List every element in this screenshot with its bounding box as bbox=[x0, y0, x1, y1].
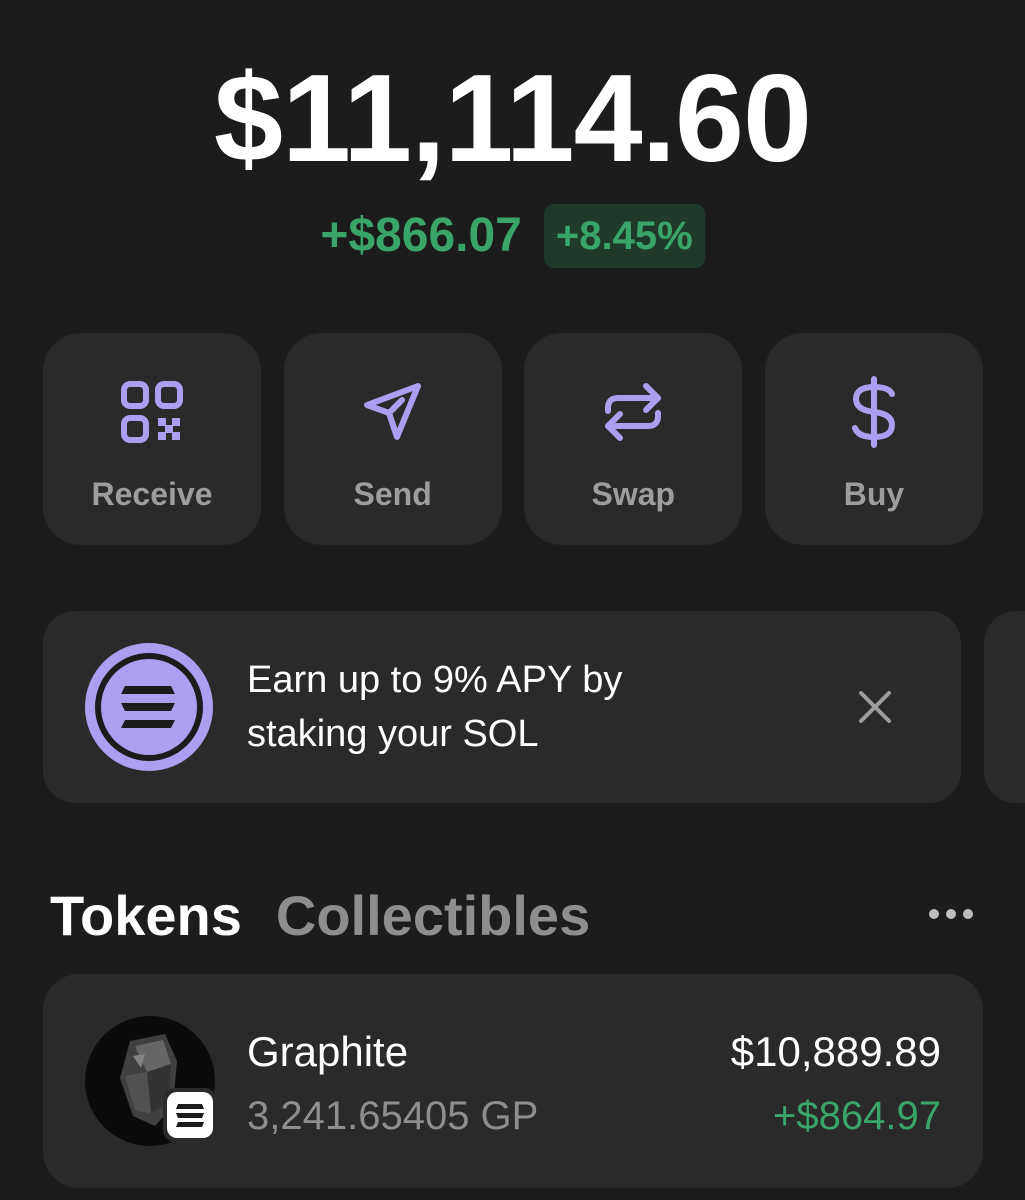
next-promo-card[interactable] bbox=[984, 611, 1025, 803]
wallet-home-screen: $11,114.60 +$866.07 +8.45% Receive Send … bbox=[0, 0, 1025, 1200]
send-label: Send bbox=[353, 476, 432, 512]
dollar-icon bbox=[841, 376, 907, 448]
promo-text-line1: Earn up to 9% APY by bbox=[247, 659, 623, 701]
send-icon bbox=[360, 376, 426, 448]
buy-label: Buy bbox=[843, 476, 905, 512]
solana-logo-icon bbox=[85, 643, 213, 771]
token-name: Graphite bbox=[247, 1028, 409, 1075]
token-row-graphite[interactable]: Graphite 3,241.65405 GP $10,889.89 +$864… bbox=[43, 974, 983, 1188]
swap-button[interactable]: Swap bbox=[524, 333, 743, 545]
token-change: +$864.97 bbox=[773, 1094, 941, 1138]
staking-promo-card[interactable]: Earn up to 9% APY by staking your SOL bbox=[43, 611, 961, 803]
balance-change-percent-badge: +8.45% bbox=[543, 204, 705, 268]
tab-collectibles[interactable]: Collectibles bbox=[276, 880, 590, 952]
total-balance: $11,114.60 bbox=[214, 50, 812, 188]
receive-label: Receive bbox=[91, 476, 213, 512]
receive-button[interactable]: Receive bbox=[43, 333, 261, 545]
asset-tabs: Tokens Collectibles bbox=[50, 880, 590, 952]
promo-text: Earn up to 9% APY by staking your SOL bbox=[247, 653, 767, 761]
close-icon[interactable] bbox=[855, 687, 895, 727]
balance-change-row: +$866.07 +8.45% bbox=[0, 204, 1025, 268]
graphite-token-icon bbox=[85, 1016, 217, 1146]
balance-change-amount: +$866.07 bbox=[320, 209, 522, 262]
qr-code-icon bbox=[119, 376, 185, 448]
swap-icon bbox=[600, 376, 666, 448]
token-value: $10,889.89 bbox=[730, 1028, 941, 1075]
token-quantity: 3,241.65405 GP bbox=[247, 1094, 539, 1138]
more-options-icon[interactable] bbox=[926, 900, 976, 928]
promo-text-line2: staking your SOL bbox=[247, 713, 539, 755]
buy-button[interactable]: Buy bbox=[764, 333, 983, 545]
send-button[interactable]: Send bbox=[283, 333, 502, 545]
swap-label: Swap bbox=[591, 476, 676, 512]
action-buttons: Receive Send Swap Buy bbox=[43, 333, 983, 545]
tab-tokens[interactable]: Tokens bbox=[50, 880, 242, 952]
